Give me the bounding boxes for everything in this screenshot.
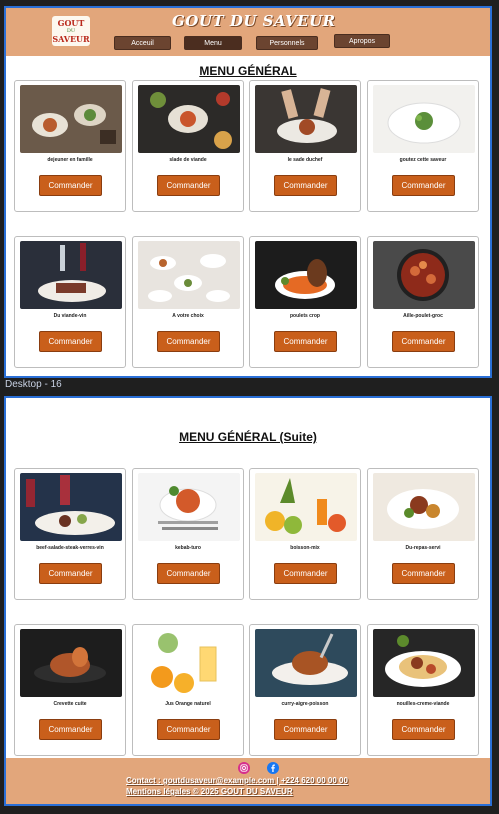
dish-photo xyxy=(255,85,357,153)
dish-name: boisson-mix xyxy=(290,545,320,551)
dish-photo xyxy=(138,629,240,697)
dish-name: poulets crop xyxy=(289,313,320,319)
commander-button[interactable]: Commander xyxy=(392,175,455,196)
footer-contact[interactable]: Contact : goutdusaveur@example.com | +22… xyxy=(126,776,348,785)
dish-name: Crevette cuite xyxy=(53,701,87,707)
dish-photo xyxy=(138,85,240,153)
dish-photo xyxy=(255,629,357,697)
dish-name: dejeuner en famille xyxy=(47,157,93,163)
commander-button[interactable]: Commander xyxy=(392,331,455,352)
menu-card: slade de viande Commander xyxy=(132,80,244,212)
nav-apropos-button[interactable]: Apropos xyxy=(334,34,390,48)
footer-legal[interactable]: Mentions légales © 2025 GOUT DU SAVEUR xyxy=(126,787,293,796)
commander-button[interactable]: Commander xyxy=(39,331,102,352)
commander-button[interactable]: Commander xyxy=(392,719,455,740)
dish-name: Du viande-vin xyxy=(53,313,87,319)
menu-card: dejeuner en famille Commander xyxy=(14,80,126,212)
commander-button[interactable]: Commander xyxy=(274,331,337,352)
site-header: GOUT DU SAVEUR GOUT DU SAVEUR Acceuil Me… xyxy=(6,8,490,56)
dish-name: curry-aigre-poisson xyxy=(281,701,329,707)
menu-card: nouilles-creme-viande Commander xyxy=(367,624,479,756)
dish-photo xyxy=(373,473,475,541)
dish-photo xyxy=(373,241,475,309)
facebook-icon[interactable] xyxy=(267,762,279,774)
menu-card: Jus Orange naturel Commander xyxy=(132,624,244,756)
logo-text-line1: GOUT xyxy=(57,18,85,28)
dish-photo xyxy=(138,473,240,541)
dish-name: le sade duchef xyxy=(287,157,323,163)
dish-name: Aille-poulet-groc xyxy=(403,313,443,319)
instagram-icon[interactable] xyxy=(238,762,250,774)
menu-card: Crevette cuite Commander xyxy=(14,624,126,756)
menu-card: le sade duchef Commander xyxy=(249,80,361,212)
commander-button[interactable]: Commander xyxy=(39,563,102,584)
menu-suite-section-title: MENU GÉNÉRAL (Suite) xyxy=(179,430,317,444)
dish-name: slade de viande xyxy=(169,157,207,163)
dish-photo xyxy=(255,473,357,541)
menu-card: Du viande-vin Commander xyxy=(14,236,126,368)
site-logo[interactable]: GOUT DU SAVEUR xyxy=(52,16,90,46)
dish-name: goutez cette saveur xyxy=(399,157,447,163)
nav-personnels-button[interactable]: Personnels xyxy=(256,36,318,50)
menu-card: goutez cette saveur Commander xyxy=(367,80,479,212)
dish-photo xyxy=(20,629,122,697)
menu-card: kebab-turo Commander xyxy=(132,468,244,600)
menu-card: A votre choix Commander xyxy=(132,236,244,368)
menu-card: boisson-mix Commander xyxy=(249,468,361,600)
commander-button[interactable]: Commander xyxy=(274,175,337,196)
dish-photo xyxy=(373,85,475,153)
dish-photo xyxy=(20,241,122,309)
dish-photo xyxy=(373,629,475,697)
commander-button[interactable]: Commander xyxy=(274,563,337,584)
desktop-frame-menu-suite: MENU GÉNÉRAL (Suite) beef-salade-steak-v… xyxy=(4,396,492,806)
commander-button[interactable]: Commander xyxy=(39,175,102,196)
commander-button[interactable]: Commander xyxy=(157,563,220,584)
commander-button[interactable]: Commander xyxy=(157,719,220,740)
nav-accueil-button[interactable]: Acceuil xyxy=(114,36,171,50)
menu-card: Du-repas-servi Commander xyxy=(367,468,479,600)
commander-button[interactable]: Commander xyxy=(39,719,102,740)
menu-card: beef-salade-steak-verres-vin Commander xyxy=(14,468,126,600)
dish-photo xyxy=(255,241,357,309)
dish-name: Du-repas-servi xyxy=(405,545,441,551)
menu-section-title: MENU GÉNÉRAL xyxy=(199,64,297,78)
menu-card: curry-aigre-poisson Commander xyxy=(249,624,361,756)
desktop-frame-menu: GOUT DU SAVEUR GOUT DU SAVEUR Acceuil Me… xyxy=(4,6,492,378)
nav-menu-button[interactable]: Menu xyxy=(184,36,242,50)
frame-label: Desktop - 16 xyxy=(5,379,62,390)
commander-button[interactable]: Commander xyxy=(274,719,337,740)
logo-text-line3: SAVEUR xyxy=(52,34,90,44)
dish-name: nouilles-creme-viande xyxy=(396,701,450,707)
dish-name: Jus Orange naturel xyxy=(165,701,211,707)
dish-name: kebab-turo xyxy=(175,545,201,551)
site-footer: Contact : goutdusaveur@example.com | +22… xyxy=(6,758,490,804)
dish-photo xyxy=(138,241,240,309)
dish-photo xyxy=(20,85,122,153)
commander-button[interactable]: Commander xyxy=(157,331,220,352)
dish-name: beef-salade-steak-verres-vin xyxy=(36,545,104,551)
menu-card: Aille-poulet-groc Commander xyxy=(367,236,479,368)
commander-button[interactable]: Commander xyxy=(157,175,220,196)
dish-name: A votre choix xyxy=(172,313,204,319)
commander-button[interactable]: Commander xyxy=(392,563,455,584)
site-title: GOUT DU SAVEUR xyxy=(172,12,336,30)
menu-card: poulets crop Commander xyxy=(249,236,361,368)
dish-photo xyxy=(20,473,122,541)
